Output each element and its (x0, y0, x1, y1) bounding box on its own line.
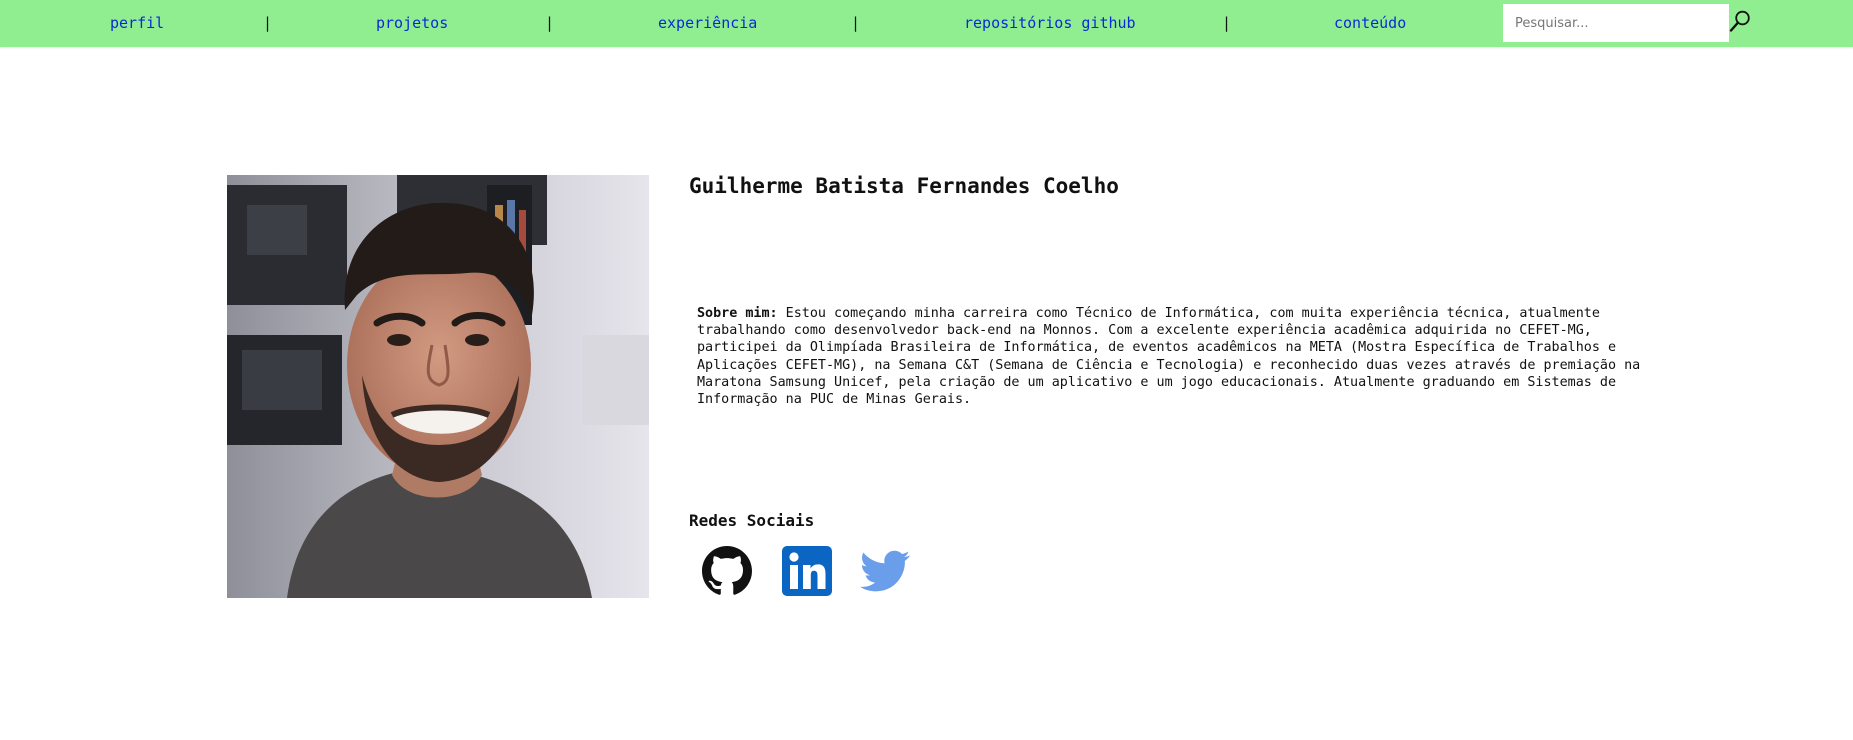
linkedin-icon (782, 546, 832, 596)
linkedin-link[interactable] (782, 546, 832, 596)
nav-link-experiencia[interactable]: experiência (658, 14, 757, 32)
nav-link-conteudo[interactable]: conteúdo (1334, 14, 1406, 32)
twitter-icon (859, 550, 910, 592)
nav-separator: | (545, 14, 555, 32)
search-input[interactable] (1503, 4, 1729, 42)
profile-name: Guilherme Batista Fernandes Coelho (689, 174, 1119, 198)
navbar: perfil | projetos | experiência | reposi… (0, 0, 1853, 47)
github-link[interactable] (702, 546, 752, 596)
magnifier-icon (1729, 10, 1750, 32)
about-label: Sobre mim: (697, 306, 778, 321)
twitter-link[interactable] (859, 546, 910, 596)
nav-link-repositorios-github[interactable]: repositórios github (964, 14, 1136, 32)
social-heading: Redes Sociais (689, 511, 815, 530)
about-paragraph: Sobre mim: Estou começando minha carreir… (697, 305, 1647, 408)
nav-separator: | (263, 14, 273, 32)
nav-separator: | (1222, 14, 1232, 32)
nav-link-projetos[interactable]: projetos (376, 14, 448, 32)
github-icon (702, 546, 752, 595)
search-button[interactable] (1728, 9, 1752, 35)
profile-photo (227, 175, 649, 598)
nav-link-perfil[interactable]: perfil (110, 14, 164, 32)
profile-photo-image (227, 175, 649, 598)
nav-separator: | (851, 14, 861, 32)
about-text: Estou começando minha carreira como Técn… (697, 306, 1641, 408)
